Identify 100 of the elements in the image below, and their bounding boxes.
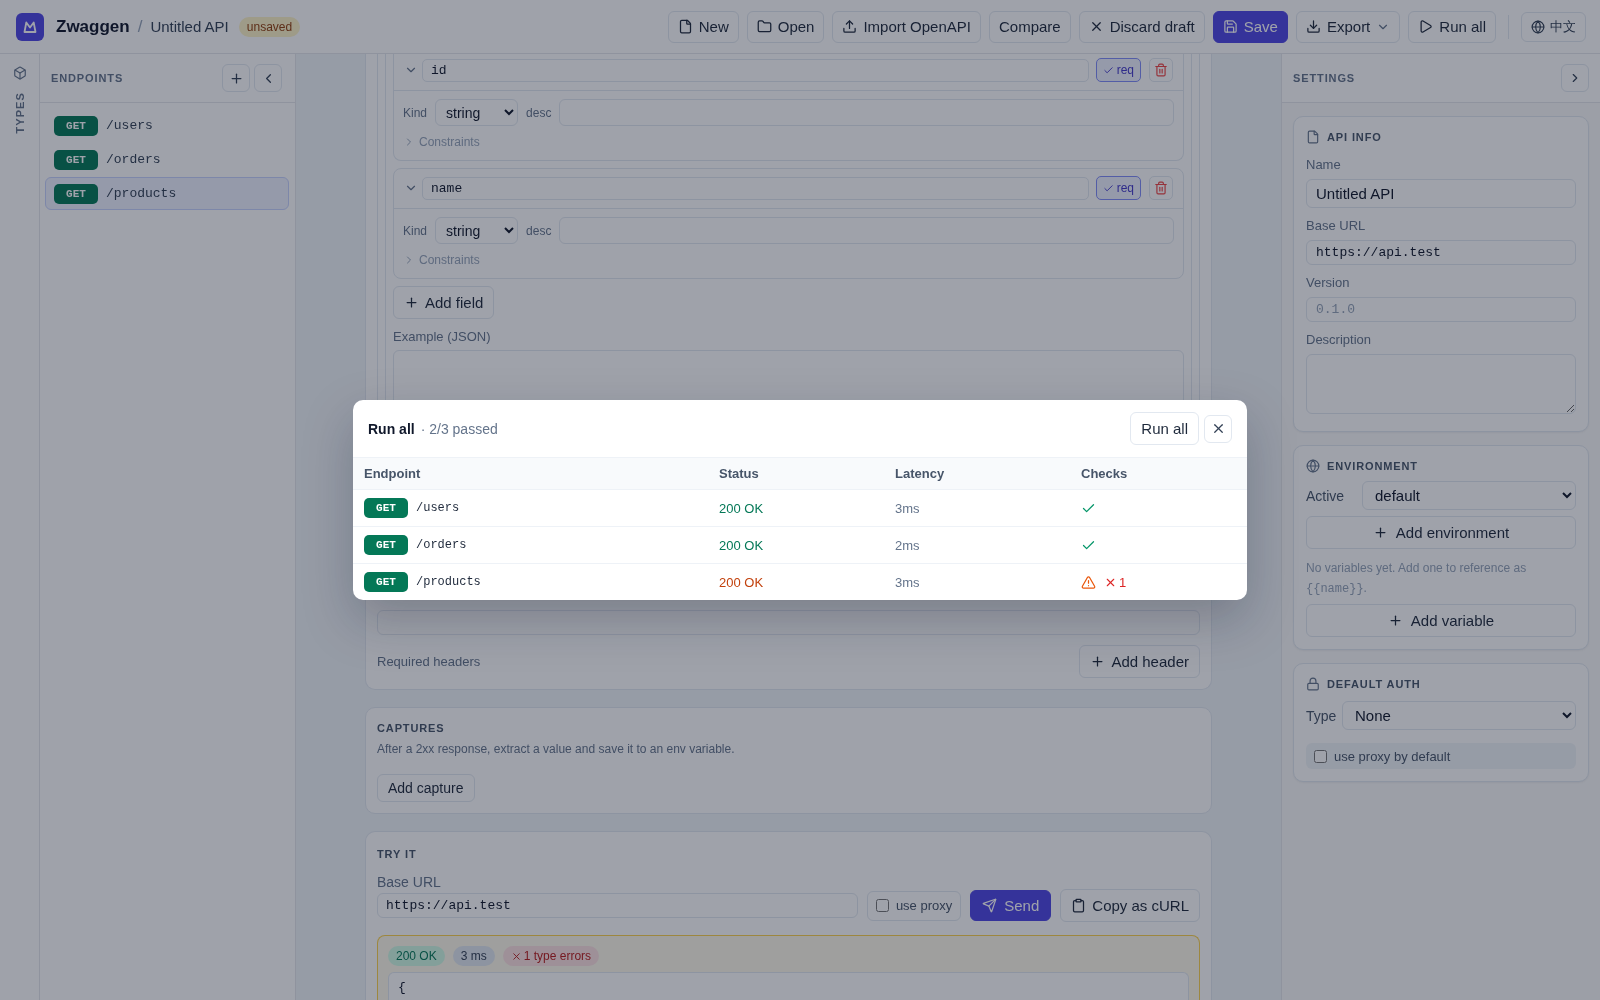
proxy-checkbox[interactable] (875, 899, 889, 912)
logo-icon (16, 12, 44, 41)
card-title: API INFO (1327, 130, 1382, 144)
method-badge: GET (364, 572, 408, 592)
add-capture-button[interactable]: Add capture (377, 774, 475, 802)
field-label: Name (1306, 158, 1342, 172)
toolbar-button[interactable]: Compare (989, 10, 1071, 43)
sidebar-item[interactable]: GET /orders (45, 143, 289, 176)
close-button[interactable] (1204, 414, 1232, 443)
language-button[interactable]: 中文 (1521, 11, 1586, 42)
app-name: Zwaggen (56, 16, 130, 37)
required-toggle[interactable]: req (1095, 176, 1141, 200)
method-badge: GET (54, 183, 98, 204)
field-label: Version (1306, 276, 1351, 290)
auth-type-select[interactable]: None (1342, 701, 1576, 730)
response-code: { (388, 972, 1189, 1000)
column-header: Endpoint (363, 466, 422, 481)
dialog-title: Run all (368, 420, 415, 437)
plus-icon (1387, 613, 1403, 628)
column-header: Status (718, 466, 760, 481)
toolbar-button[interactable]: Open (746, 10, 825, 43)
method-badge: GET (364, 498, 408, 518)
desc-label: desc (526, 223, 552, 238)
trash-icon (1154, 63, 1168, 77)
download-icon (1305, 19, 1321, 34)
example-label: Example (JSON) (393, 329, 492, 344)
field-label: Base URL (1306, 219, 1367, 233)
method-badge: GET (364, 535, 408, 555)
status-pill: 200 OK (388, 946, 445, 966)
sidebar-title: ENDPOINTS (51, 72, 124, 84)
sidebar-item[interactable]: GET /users (45, 109, 289, 142)
column-header: Checks (1080, 466, 1129, 481)
warning-icon (1081, 574, 1096, 590)
play-icon (1418, 19, 1434, 34)
collapse-panel-button[interactable] (1561, 64, 1589, 92)
latency-text: 3ms (895, 500, 920, 516)
base-url-input[interactable]: https://api.test (1306, 240, 1576, 265)
toolbar-button[interactable]: New (667, 10, 739, 43)
status-text: 200 OK (719, 500, 764, 516)
toolbar-button[interactable]: Import OpenAPI (832, 10, 981, 43)
status-text: 200 OK (719, 537, 764, 553)
run-all-button[interactable]: Run all (1130, 412, 1199, 445)
type-select[interactable]: string (435, 217, 519, 244)
proxy-checkbox[interactable] (1314, 749, 1327, 763)
base-url-input[interactable]: https://api.test (377, 893, 858, 918)
time-pill: 3 ms (452, 946, 495, 966)
clipboard-icon (1071, 898, 1087, 913)
field-name-input[interactable]: id (422, 58, 1089, 82)
api-title-input[interactable]: Untitled API (1306, 179, 1576, 208)
copy-curl-button[interactable]: Copy as cURL (1060, 889, 1200, 922)
globe-icon (1531, 19, 1545, 34)
add-variable-button[interactable]: Add variable (1306, 604, 1576, 637)
delete-field-button[interactable] (1149, 58, 1173, 82)
header-input[interactable] (377, 610, 1200, 635)
captures-description: After a 2xx response, extract a value and save it to an env variable. (377, 742, 736, 756)
add-environment-button[interactable]: Add environment (1306, 516, 1576, 549)
dialog-summary: · 2/3 passed (420, 420, 498, 437)
errors-text: 1 type errors (523, 949, 592, 963)
send-button[interactable]: Send (970, 890, 1052, 921)
sidebar-item[interactable]: GET /products (45, 177, 289, 210)
endpoint-path: /users (416, 501, 460, 515)
active-label: Active (1306, 487, 1346, 504)
card-title: ENVIRONMENT (1327, 459, 1418, 473)
add-header-button[interactable]: Add header (1079, 645, 1200, 678)
document-icon (677, 19, 693, 34)
types-tab[interactable]: TYPES (12, 66, 27, 134)
proxy-default-option[interactable]: use proxy by default (1306, 743, 1576, 769)
folder-icon (756, 19, 772, 34)
check-icon (1102, 182, 1114, 194)
toolbar-button[interactable]: Export (1295, 10, 1401, 43)
status-text: 200 OK (719, 574, 764, 590)
unsaved-badge: unsaved (238, 16, 301, 37)
lock-icon (1306, 677, 1320, 691)
add-field-button[interactable]: Add field (393, 286, 495, 319)
upload-icon (842, 19, 858, 34)
globe-icon (1306, 459, 1320, 473)
type-select[interactable]: string (435, 99, 519, 126)
toolbar-button[interactable]: Run all (1408, 10, 1496, 43)
cube-icon (12, 66, 27, 80)
add-endpoint-button[interactable] (222, 64, 250, 92)
toolbar-button[interactable]: Save (1212, 10, 1288, 43)
type-label: Type (1306, 707, 1338, 724)
required-toggle[interactable]: req (1095, 58, 1141, 82)
environment-select[interactable]: default (1362, 481, 1576, 510)
x-icon (510, 950, 522, 962)
panel-title: SETTINGS (1293, 72, 1356, 84)
method-badge: GET (54, 149, 98, 170)
variables-hint: No variables yet. Add one to reference as {{name}}. (1306, 560, 1528, 598)
breadcrumb-separator: / (137, 16, 143, 37)
plus-icon (1090, 654, 1106, 669)
latency-text: 2ms (895, 537, 920, 553)
use-proxy-option[interactable]: use proxy (866, 890, 962, 921)
section-title: TRY IT (377, 847, 418, 861)
field-name-input[interactable]: name (422, 176, 1089, 200)
description-field[interactable] (1306, 354, 1576, 414)
version-input[interactable]: 0.1.0 (1306, 297, 1576, 322)
toolbar-button[interactable]: Discard draft (1078, 10, 1205, 43)
card-title: DEFAULT AUTH (1327, 677, 1421, 691)
delete-field-button[interactable] (1149, 176, 1173, 200)
plus-icon (228, 70, 244, 86)
